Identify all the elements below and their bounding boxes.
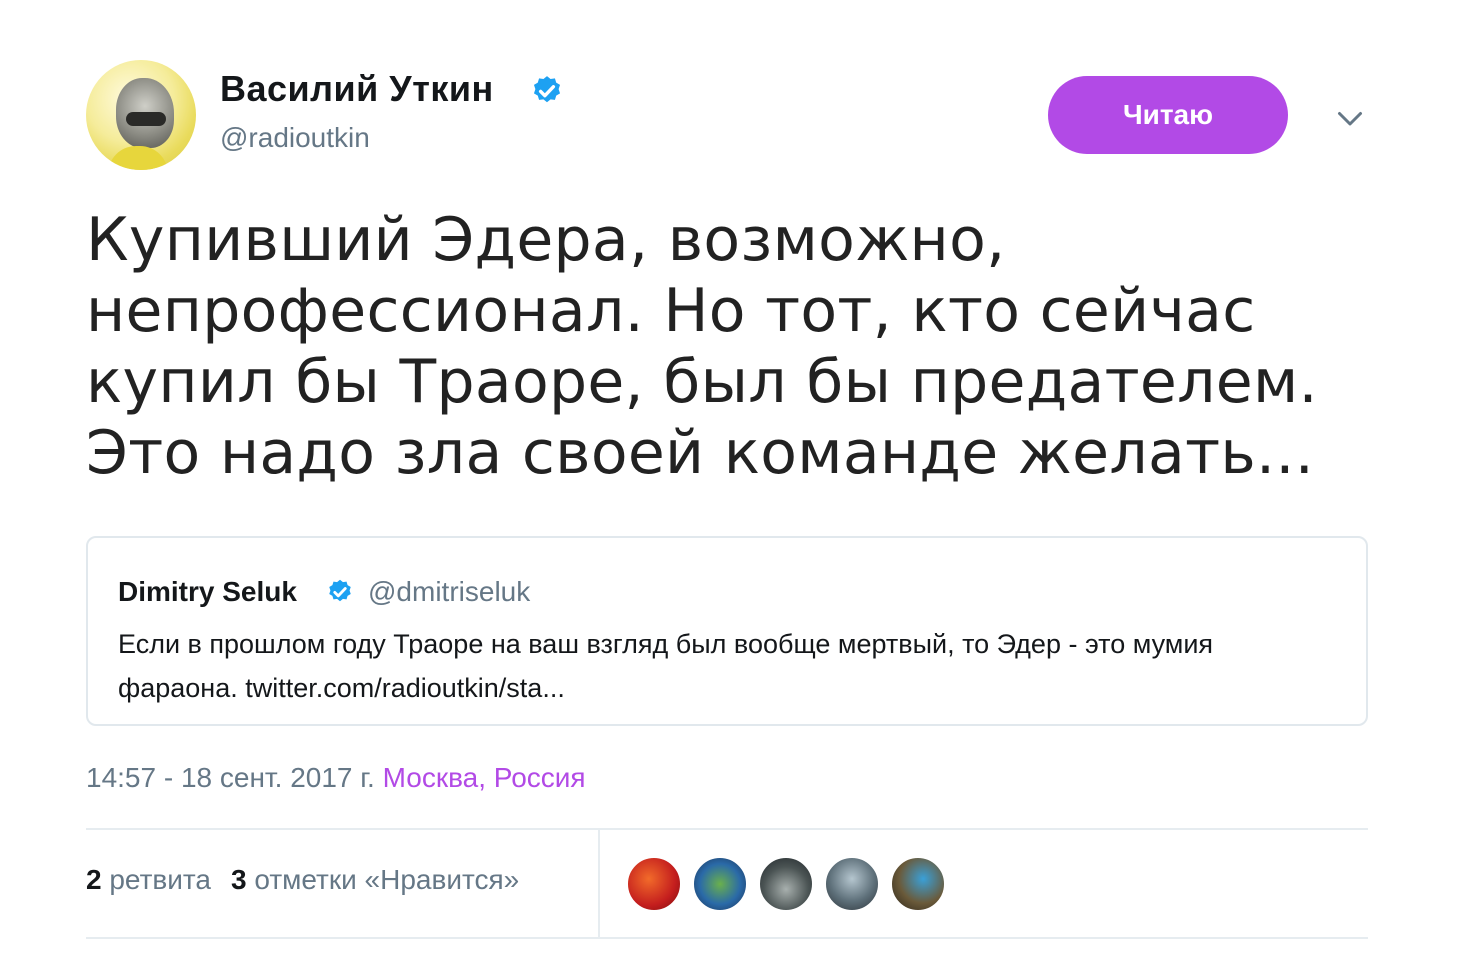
likers-avatars	[626, 856, 946, 912]
verified-badge-icon	[533, 76, 561, 103]
author-avatar[interactable]	[86, 60, 196, 170]
likes-count: 3	[231, 864, 247, 895]
following-button[interactable]: Читаю	[1048, 76, 1288, 154]
quoted-author-name: Dimitry Seluk	[118, 576, 297, 607]
divider	[598, 830, 600, 937]
retweets-count: 2	[86, 864, 102, 895]
liker-avatar[interactable]	[626, 856, 682, 912]
tweet-text: Купивший Эдера, возможно, непрофессионал…	[86, 205, 1318, 488]
liker-avatar[interactable]	[692, 856, 748, 912]
retweets-label: ретвита	[109, 864, 211, 895]
author-handle[interactable]: @radioutkin	[220, 122, 370, 154]
divider	[86, 937, 1368, 939]
timestamp-link[interactable]: 14:57 - 18 сент. 2017 г.	[86, 762, 375, 793]
likes-stat[interactable]: 3 отметки «Нравится»	[231, 864, 519, 895]
tweet-card: Василий Уткин @radioutkin Читаю Купивший…	[0, 0, 1460, 959]
location-link[interactable]: Москва, Россия	[383, 762, 586, 793]
divider	[86, 828, 1368, 830]
quoted-tweet-text: Если в прошлом году Траоре на ваш взгляд…	[118, 629, 1214, 703]
tweet-meta: 14:57 - 18 сент. 2017 г. Москва, Россия	[86, 762, 586, 794]
liker-avatar[interactable]	[824, 856, 880, 912]
liker-avatar[interactable]	[758, 856, 814, 912]
retweets-stat[interactable]: 2 ретвита	[86, 864, 211, 895]
likes-label: отметки «Нравится»	[254, 864, 520, 895]
liker-avatar[interactable]	[890, 856, 946, 912]
author-name[interactable]: Василий Уткин	[220, 68, 494, 110]
chevron-down-icon[interactable]	[1332, 100, 1368, 136]
tweet-stats: 2 ретвита 3 отметки «Нравится»	[86, 864, 519, 896]
quoted-tweet[interactable]: Dimitry Seluk @dmitriseluk Если в прошло…	[86, 536, 1368, 726]
verified-badge-icon	[329, 579, 351, 602]
quoted-author-handle: @dmitriseluk	[368, 576, 531, 607]
